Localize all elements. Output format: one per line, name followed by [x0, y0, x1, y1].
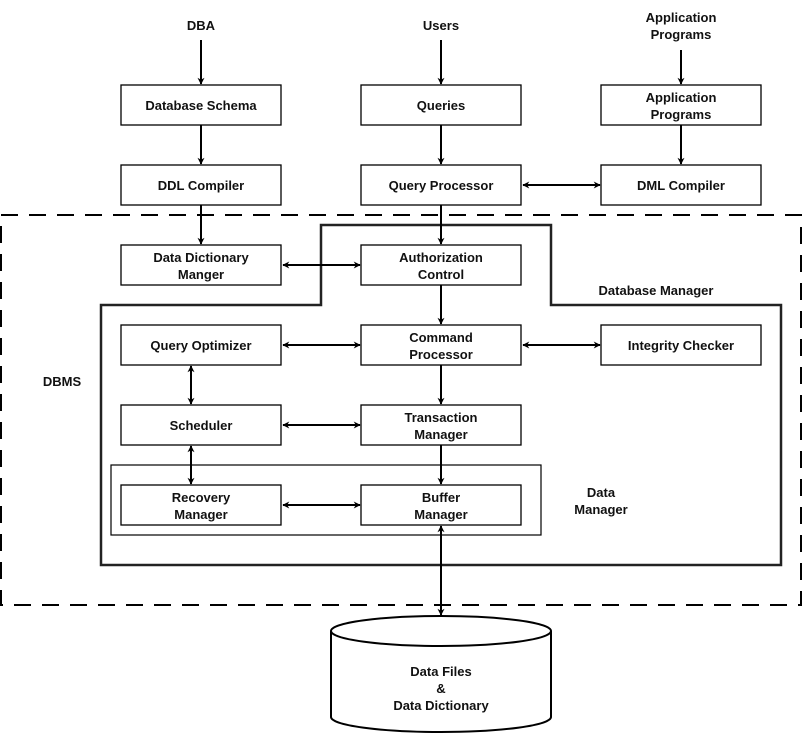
data-manager-label: Manager — [574, 502, 627, 517]
node-label: Query Processor — [389, 178, 494, 193]
node-label: Transaction — [405, 410, 478, 425]
node-label: Data Files — [410, 664, 471, 679]
cylinder-top — [330, 615, 552, 647]
node-query-optimizer[interactable]: Query Optimizer — [120, 324, 282, 366]
node-label: & — [436, 681, 445, 696]
node-label: Manager — [414, 507, 467, 522]
node-label: Database Schema — [145, 98, 257, 113]
node-command-processor[interactable]: Command Processor — [360, 324, 522, 366]
dbms-architecture-diagram: DBMS Database Manager Data Manager DBA U… — [0, 10, 802, 733]
node-data-store-cylinder[interactable]: Data Files & Data Dictionary — [330, 615, 552, 733]
node-label: Query Optimizer — [150, 338, 251, 353]
node-label: Authorization — [399, 250, 483, 265]
node-label: Processor — [409, 347, 473, 362]
node-label: Command — [409, 330, 473, 345]
application-programs-label: Application — [646, 10, 717, 25]
node-label: Application — [646, 90, 717, 105]
node-label: Manager — [414, 427, 467, 442]
dba-label: DBA — [187, 18, 216, 33]
node-database-schema[interactable]: Database Schema — [120, 84, 282, 126]
node-label: Manger — [178, 267, 224, 282]
node-queries[interactable]: Queries — [360, 84, 522, 126]
node-query-processor[interactable]: Query Processor — [360, 164, 522, 206]
dbms-label: DBMS — [43, 374, 82, 389]
node-label: Programs — [651, 107, 712, 122]
data-manager-label: Data — [587, 485, 616, 500]
node-authorization-control[interactable]: Authorization Control — [360, 244, 522, 286]
node-label: Data Dictionary — [393, 698, 489, 713]
node-data-dictionary-manager[interactable]: Data Dictionary Manger — [120, 244, 282, 286]
node-label: Manager — [174, 507, 227, 522]
node-label: Queries — [417, 98, 465, 113]
node-label: Scheduler — [170, 418, 233, 433]
node-buffer-manager[interactable]: Buffer Manager — [360, 484, 522, 526]
node-label: Buffer — [422, 490, 460, 505]
application-programs-label: Programs — [651, 27, 712, 42]
node-transaction-manager[interactable]: Transaction Manager — [360, 404, 522, 446]
node-label: Recovery — [172, 490, 231, 505]
users-label: Users — [423, 18, 459, 33]
node-dml-compiler[interactable]: DML Compiler — [600, 164, 762, 206]
node-label: DML Compiler — [637, 178, 725, 193]
node-label: Control — [418, 267, 464, 282]
node-scheduler[interactable]: Scheduler — [120, 404, 282, 446]
node-recovery-manager[interactable]: Recovery Manager — [120, 484, 282, 526]
node-ddl-compiler[interactable]: DDL Compiler — [120, 164, 282, 206]
node-integrity-checker[interactable]: Integrity Checker — [600, 324, 762, 366]
node-label: DDL Compiler — [158, 178, 244, 193]
database-manager-label: Database Manager — [599, 283, 714, 298]
node-label: Data Dictionary — [153, 250, 249, 265]
node-label: Integrity Checker — [628, 338, 734, 353]
node-application-programs[interactable]: Application Programs — [600, 84, 762, 126]
